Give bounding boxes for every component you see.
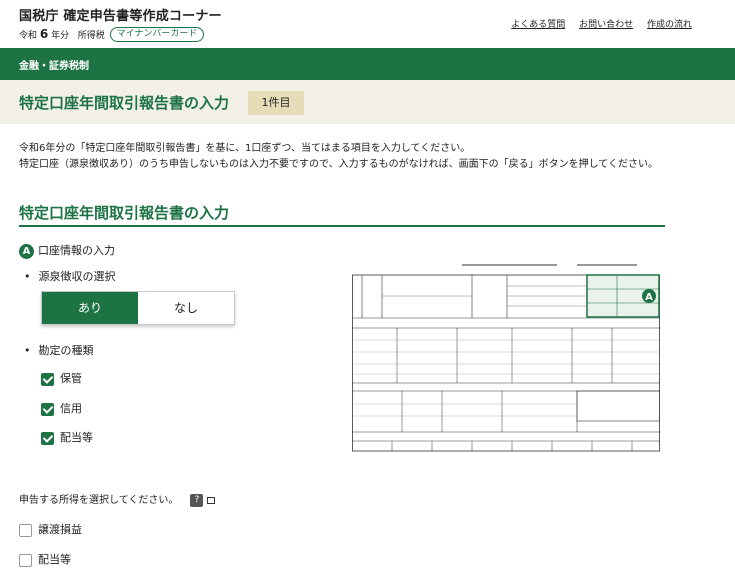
income-checkbox-dividend[interactable]: 配当等 bbox=[19, 553, 71, 567]
form-image: A bbox=[352, 264, 660, 452]
account-checkbox-dividend[interactable]: 配当等 bbox=[41, 431, 93, 445]
checkbox-label: 保管 bbox=[60, 372, 82, 385]
step-a-badge: A bbox=[19, 243, 34, 259]
checkbox-box[interactable] bbox=[19, 523, 32, 537]
withholding-label: 源泉徴収の選択 bbox=[24, 268, 116, 284]
check-icon[interactable] bbox=[41, 402, 54, 416]
check-icon[interactable] bbox=[41, 372, 54, 386]
header: 国税庁 確定申告書等作成コーナー 令和 6 年分 所得税 マイナンバーカード よ… bbox=[0, 0, 735, 48]
mynumber-card-badge: マイナンバーカード bbox=[110, 27, 204, 42]
account-checkbox-custody[interactable]: 保管 bbox=[41, 372, 82, 386]
year-suffix: 年分 bbox=[51, 31, 70, 41]
checkbox-box[interactable] bbox=[19, 553, 32, 567]
item-count-badge: 1件目 bbox=[248, 91, 304, 115]
section-divider bbox=[19, 225, 665, 227]
page-title: 特定口座年間取引報告書の入力 bbox=[19, 94, 230, 112]
step-a-badge: A bbox=[645, 292, 653, 303]
income-question: 申告する所得を選択してください。? bbox=[19, 491, 216, 507]
account-checkbox-margin[interactable]: 信用 bbox=[41, 402, 82, 416]
year-info: 令和 6 年分 所得税 bbox=[19, 27, 105, 41]
year: 6 bbox=[39, 27, 49, 41]
checkbox-label: 信用 bbox=[60, 402, 82, 415]
intro-text: 令和6年分の「特定口座年間取引報告書」を基に、1口座ずつ、当てはまる項目を入力し… bbox=[19, 141, 679, 173]
checkbox-label: 配当等 bbox=[60, 431, 93, 444]
tax-type: 所得税 bbox=[77, 31, 105, 41]
income-checkbox-transfer[interactable]: 譲渡損益 bbox=[19, 523, 82, 537]
flow-link[interactable]: 作成の流れ bbox=[647, 20, 692, 30]
faq-link[interactable]: よくある質問 bbox=[511, 20, 565, 30]
contact-link[interactable]: お問い合わせ bbox=[579, 20, 633, 30]
category-label: 金融・証券税制 bbox=[19, 61, 89, 72]
withholding-toggle: あり なし bbox=[41, 291, 235, 325]
step-heading: A 口座情報の入力 bbox=[19, 242, 115, 259]
checkbox-label: 譲渡損益 bbox=[38, 523, 82, 536]
income-question-text: 申告する所得を選択してください。 bbox=[19, 495, 179, 506]
account-type-label: 勘定の種類 bbox=[24, 342, 94, 358]
step-label: 口座情報の入力 bbox=[38, 244, 115, 257]
intro-line-2: 特定口座（源泉徴収あり）のうち申告しないものは入力不要ですので、入力するものがな… bbox=[19, 159, 658, 170]
section-title: 特定口座年間取引報告書の入力 bbox=[19, 204, 230, 222]
intro-line-1: 令和6年分の「特定口座年間取引報告書」を基に、1口座ずつ、当てはまる項目を入力し… bbox=[19, 143, 471, 154]
help-icon[interactable]: ? bbox=[190, 493, 204, 507]
page-title-band: 特定口座年間取引報告書の入力 1件目 bbox=[0, 80, 735, 124]
withholding-yes-button[interactable]: あり bbox=[42, 292, 138, 324]
external-link-icon[interactable] bbox=[207, 496, 216, 504]
header-links: よくある質問 お問い合わせ 作成の流れ bbox=[500, 17, 692, 30]
check-icon[interactable] bbox=[41, 431, 54, 445]
withholding-no-button[interactable]: なし bbox=[138, 292, 234, 324]
checkbox-label: 配当等 bbox=[38, 553, 71, 566]
category-bar: 金融・証券税制 bbox=[0, 48, 735, 80]
era: 令和 bbox=[19, 31, 38, 41]
site-title[interactable]: 国税庁 確定申告書等作成コーナー bbox=[19, 5, 222, 24]
